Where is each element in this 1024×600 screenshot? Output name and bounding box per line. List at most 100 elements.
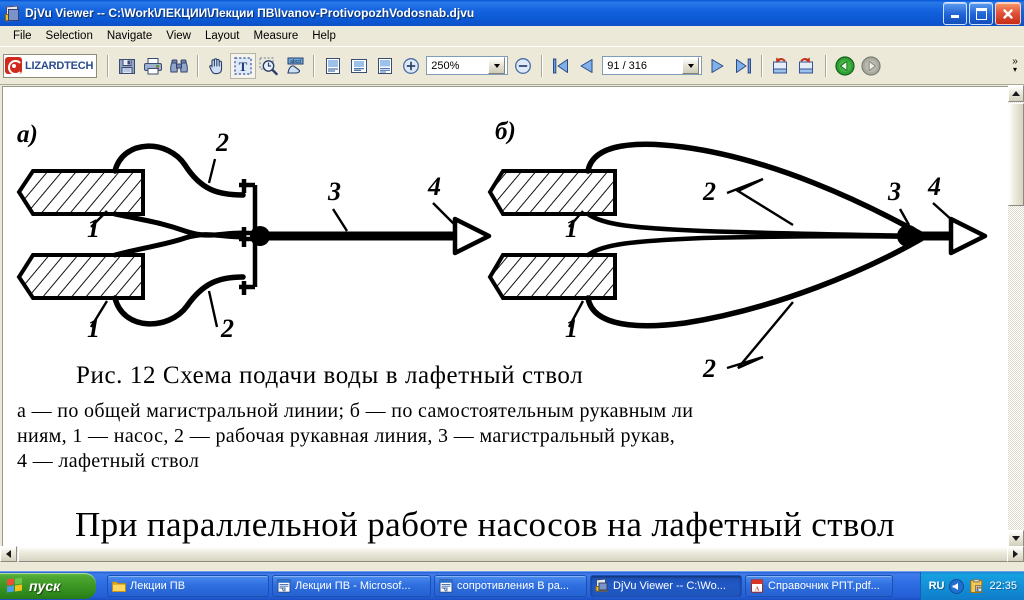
toolbar-separator — [197, 54, 200, 77]
svg-text:2: 2 — [702, 177, 716, 206]
taskbar-item-word-resistance[interactable]: W сопротивления В ра... — [434, 575, 587, 597]
clipboard-icon[interactable] — [969, 578, 984, 594]
print-button[interactable] — [140, 53, 166, 79]
page-number-value: 91 / 316 — [607, 59, 648, 72]
system-tray: RU 22:35 — [919, 572, 1024, 600]
text-select-icon: T — [234, 56, 252, 75]
zoom-in-button[interactable] — [398, 53, 424, 79]
menu-layout[interactable]: Layout — [198, 28, 247, 44]
horizontal-scrollbar[interactable] — [0, 546, 1024, 562]
zoom-level-value: 250% — [431, 59, 460, 72]
figure-caption-title: Рис. 12 Схема подачи воды в лафетный ств… — [76, 362, 584, 389]
highlight-hand-icon: abcd — [287, 57, 304, 74]
lizardtech-swirl-icon — [5, 57, 22, 74]
actual-size-button[interactable] — [372, 53, 398, 79]
rotate-right-button[interactable] — [794, 53, 820, 79]
zoom-out-button[interactable] — [510, 53, 536, 79]
scroll-up-button[interactable] — [1008, 85, 1024, 102]
menu-selection[interactable]: Selection — [39, 28, 100, 44]
taskbar-item-label: Лекции ПВ — [130, 580, 186, 592]
taskbar-item-folder[interactable]: Лекции ПВ — [107, 575, 269, 597]
lizardtech-logo-button[interactable]: LIZARDTECH — [3, 53, 98, 78]
desktop: DjVu Viewer -- C:\Work\ЛЕКЦИИ\Лекции ПВ\… — [0, 0, 1024, 600]
svg-text:1: 1 — [87, 314, 100, 343]
text-select-button[interactable]: T — [230, 52, 257, 79]
menu-navigate[interactable]: Navigate — [100, 28, 159, 44]
figure-12-water-supply-scheme: а) 2 1 1 2 3 4 б) 2 2 1 1 3 4 — [16, 118, 988, 383]
word-doc-icon: W — [439, 579, 453, 593]
window-title: DjVu Viewer -- C:\Work\ЛЕКЦИИ\Лекции ПВ\… — [25, 6, 475, 20]
horizontal-scroll-thumb[interactable] — [18, 546, 1024, 562]
save-button[interactable] — [114, 53, 140, 79]
find-button[interactable] — [166, 53, 192, 79]
last-page-button[interactable] — [730, 53, 756, 79]
folder-icon — [112, 579, 126, 593]
close-button[interactable] — [995, 2, 1021, 25]
grey-forward-arrow-icon — [861, 55, 881, 76]
zoom-dropdown-button[interactable] — [488, 57, 506, 74]
toolbar-separator — [825, 54, 828, 77]
menubar: File Selection Navigate View Layout Meas… — [0, 26, 1024, 46]
scroll-down-button[interactable] — [1008, 530, 1024, 547]
svg-text:W: W — [282, 588, 287, 593]
start-button[interactable]: пуск — [0, 573, 96, 599]
taskbar-item-djvu-viewer[interactable]: DjVu Viewer -- C:\Wo... — [590, 575, 742, 597]
taskbar-item-label: сопротивления В ра... — [457, 580, 570, 592]
fit-page-button[interactable] — [320, 53, 346, 79]
menu-view[interactable]: View — [159, 28, 198, 44]
page-dropdown-button[interactable] — [682, 57, 700, 74]
svg-text:W: W — [444, 588, 449, 593]
window-titlebar[interactable]: DjVu Viewer -- C:\Work\ЛЕКЦИИ\Лекции ПВ\… — [0, 0, 1024, 27]
taskbar: пуск Лекции ПВ W Лекции ПВ - Microsof...… — [0, 571, 1024, 600]
document-page[interactable]: а) 2 1 1 2 3 4 б) 2 2 1 1 3 4 Рис. 12 Сх… — [2, 86, 1008, 546]
maximize-button[interactable] — [969, 2, 993, 25]
taskbar-item-label: Справочник РПТ.pdf... — [768, 580, 880, 592]
close-icon — [1003, 8, 1013, 19]
zoom-level-combobox[interactable]: 250% — [426, 56, 509, 75]
taskbar-item-pdf[interactable]: A Справочник РПТ.pdf... — [745, 575, 893, 597]
lizardtech-brand-label: LIZARDTECH — [25, 59, 94, 72]
page-actual-icon — [378, 57, 393, 74]
volume-icon[interactable] — [949, 578, 965, 594]
menu-help[interactable]: Help — [305, 28, 343, 44]
forward-button[interactable] — [858, 53, 884, 79]
scroll-right-button[interactable] — [1007, 546, 1024, 562]
toolbar: LIZARDTECH T abcd 250% 91 / 316 » ▾ — [0, 46, 1024, 84]
toolbar-overflow-button[interactable]: » ▾ — [1008, 51, 1022, 81]
next-page-button[interactable] — [704, 53, 730, 79]
document-client-area: а) 2 1 1 2 3 4 б) 2 2 1 1 3 4 Рис. 12 Сх… — [0, 84, 1024, 562]
previous-page-button[interactable] — [574, 53, 600, 79]
page-width-icon — [351, 58, 368, 73]
djvu-document-icon — [4, 5, 20, 22]
svg-text:A: A — [755, 587, 760, 593]
taskbar-item-word-lectures[interactable]: W Лекции ПВ - Microsof... — [272, 575, 431, 597]
body-heading: При параллельной работе насосов на лафет… — [75, 505, 895, 544]
page-number-combobox[interactable]: 91 / 316 — [602, 56, 703, 75]
vertical-scroll-thumb[interactable] — [1008, 103, 1024, 206]
caption-line-3: 4 — лафетный ствол — [17, 450, 200, 472]
svg-text:4: 4 — [927, 172, 941, 201]
fit-width-button[interactable] — [346, 53, 372, 79]
caption-line-1: а — по общей магистральной линии; б — по… — [17, 400, 694, 422]
window-controls — [943, 2, 1021, 25]
chevron-down-icon: ▾ — [1012, 64, 1017, 74]
back-button[interactable] — [832, 53, 858, 79]
rotate-ccw-icon — [773, 57, 788, 73]
zoom-select-button[interactable] — [256, 53, 282, 79]
vertical-scrollbar[interactable] — [1008, 85, 1024, 547]
minimize-button[interactable] — [943, 2, 967, 25]
menu-measure[interactable]: Measure — [246, 28, 305, 44]
highlight-button[interactable]: abcd — [282, 53, 308, 79]
svg-text:abcd: abcd — [290, 59, 301, 65]
rotate-left-button[interactable] — [768, 53, 794, 79]
taskbar-item-label: Лекции ПВ - Microsof... — [295, 580, 411, 592]
language-indicator[interactable]: RU — [929, 580, 945, 592]
clock[interactable]: 22:35 — [989, 580, 1017, 592]
word-doc-icon: W — [277, 579, 291, 593]
hand-icon — [209, 57, 223, 74]
pan-tool-button[interactable] — [204, 53, 230, 79]
first-page-button[interactable] — [548, 53, 574, 79]
scroll-left-button[interactable] — [0, 546, 17, 562]
green-back-arrow-icon — [835, 55, 855, 76]
menu-file[interactable]: File — [6, 28, 39, 44]
